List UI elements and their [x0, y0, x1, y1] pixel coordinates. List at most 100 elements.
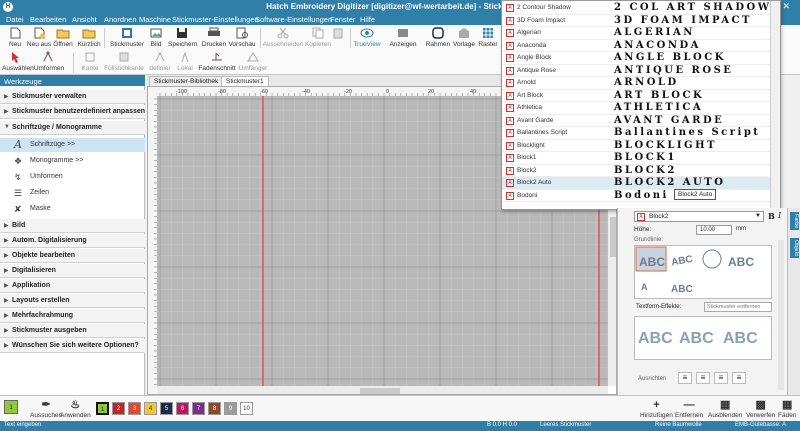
- font-list-item[interactable]: A Arnold ARNOLD: [502, 77, 770, 90]
- italic-icon[interactable]: I: [778, 211, 781, 220]
- properties-scrollbar[interactable]: [778, 240, 784, 390]
- color-swatch[interactable]: 10: [240, 402, 253, 415]
- tool-mask[interactable]: ✘ Maske: [0, 202, 145, 216]
- design-library-button[interactable]: Stickmuster: [110, 27, 144, 48]
- recent-button[interactable]: Kürzlich: [75, 27, 103, 48]
- section-lettering-monograms[interactable]: ▼ Schriftzüge / Monogramme: [0, 121, 145, 135]
- color-swatch[interactable]: 4: [144, 402, 157, 415]
- font-list-item[interactable]: A Algerian ALGERIAN: [502, 27, 770, 40]
- font-list-item[interactable]: A2 Contour Shadow 2 COL ART SHADOW: [502, 2, 770, 15]
- save-button[interactable]: Speichern: [168, 27, 197, 48]
- bold-icon[interactable]: B: [768, 211, 775, 221]
- section-multi-hooping[interactable]: ▶ Mehrfachrahmung: [0, 309, 145, 323]
- remove-color-button[interactable]: — Entfernen: [675, 399, 703, 419]
- image-button[interactable]: Bild: [142, 27, 170, 48]
- align-justify-icon[interactable]: ≡: [732, 372, 746, 384]
- section-create-layouts[interactable]: ▶ Layouts erstellen: [0, 294, 145, 308]
- font-list-scrollbar[interactable]: [770, 1, 780, 209]
- tab-object[interactable]: Objekt: [790, 238, 799, 258]
- font-list-item[interactable]: A Block2 BLOCK2: [502, 165, 770, 177]
- font-preview: ARNOLD: [614, 77, 679, 88]
- font-list-item[interactable]: A Bodoni Bodoni: [502, 190, 770, 202]
- tab-color[interactable]: Farbe: [790, 212, 799, 231]
- height-input[interactable]: 10.00: [696, 225, 732, 235]
- define-button[interactable]: definier: [146, 51, 174, 72]
- hoop-button[interactable]: Rahmen: [424, 27, 452, 48]
- color-swatch[interactable]: 7: [192, 402, 205, 415]
- menu-arrange[interactable]: Anordnen: [104, 15, 137, 24]
- section-manage-designs[interactable]: ▶ Stickmuster verwalten: [0, 90, 145, 104]
- font-list-item[interactable]: A Art Block ART BLOCK: [502, 90, 770, 102]
- tool-monograms[interactable]: ❖ Monogramme >>: [0, 154, 145, 168]
- section-digitize[interactable]: ▶ Digitalisieren: [0, 264, 145, 278]
- paste-button[interactable]: [328, 27, 348, 41]
- apply-color-button[interactable]: ♨ Anwenden: [60, 399, 91, 419]
- reshape-button[interactable]: Umformen: [31, 51, 67, 72]
- font-list-item[interactable]: A Avant Garde AVANT GARDE: [502, 115, 770, 127]
- color-swatch[interactable]: 8: [208, 402, 221, 415]
- font-list-item[interactable]: A Block1 BLOCK1: [502, 152, 770, 165]
- menu-view[interactable]: Ansicht: [72, 15, 97, 24]
- thread-cut-button[interactable]: Fadenschnitt: [198, 51, 236, 72]
- menu-file[interactable]: Datei: [6, 15, 24, 24]
- color-swatch[interactable]: 9: [224, 402, 237, 415]
- discard-color-button[interactable]: ▩ Verwerfen: [746, 399, 775, 419]
- grid-button[interactable]: Raster: [474, 27, 502, 48]
- embroidery-font-icon: A: [506, 129, 514, 137]
- align-center-icon[interactable]: ≡: [696, 372, 710, 384]
- section-output-design[interactable]: ▶ Stickmuster ausgeben: [0, 324, 145, 338]
- font-select[interactable]: A Block2 ▼: [634, 211, 764, 222]
- font-list-item[interactable]: A Athletica ATHLETICA: [502, 102, 770, 115]
- select-button[interactable]: Auswählen: [2, 51, 34, 72]
- toolbar-separator: [260, 28, 261, 48]
- section-auto-digitize[interactable]: ▶ Autom. Digitalisierung: [0, 234, 145, 248]
- edges-button[interactable]: Kante: [78, 51, 102, 72]
- menu-window[interactable]: Fenster: [330, 15, 355, 24]
- menu-machine[interactable]: Maschine: [139, 15, 171, 24]
- color-swatch[interactable]: 2: [112, 402, 125, 415]
- print-button[interactable]: Drucken: [200, 27, 228, 48]
- font-dropdown[interactable]: A2 Contour Shadow 2 COL ART SHADOW A 3D Foa…: [501, 0, 781, 210]
- align-left-icon[interactable]: ≡: [678, 372, 692, 384]
- section-more-options[interactable]: ▶ Wünschen Sie sich weitere Optionen?: [0, 339, 145, 353]
- fill-edge-button[interactable]: Füllstichkante: [104, 51, 144, 72]
- preview-button[interactable]: Vorschau: [228, 27, 256, 48]
- font-list-item[interactable]: A Antique Rose ANTIQUE ROSE: [502, 65, 770, 77]
- section-edit-objects[interactable]: ▶ Objekte bearbeiten: [0, 249, 145, 263]
- trueview-button[interactable]: TrueView: [353, 27, 381, 48]
- remove-effect-button[interactable]: Stickmuster entfernen: [704, 302, 772, 312]
- tab-stickmuster1[interactable]: Stickmuster1: [221, 76, 269, 86]
- align-right-icon[interactable]: ≡: [714, 372, 728, 384]
- menu-edit[interactable]: Bearbeiten: [30, 15, 66, 24]
- open-button[interactable]: Öffnen: [49, 27, 77, 48]
- pick-color-button[interactable]: ✒ Aussuchen: [30, 399, 62, 419]
- color-swatch[interactable]: 3: [128, 402, 141, 415]
- font-list-item[interactable]: A Block2 Auto BLOCK2 AUTO: [502, 177, 770, 190]
- cut-button[interactable]: Ausschneiden: [262, 27, 304, 48]
- color-swatch[interactable]: 6: [176, 402, 189, 415]
- current-color-swatch[interactable]: 1: [4, 400, 18, 414]
- color-swatch[interactable]: 1: [96, 402, 109, 415]
- font-list-item[interactable]: A Blocklight BLOCKLIGHT: [502, 140, 770, 152]
- tool-reshape[interactable]: ↯ Umformen: [0, 170, 145, 184]
- tab-design-library[interactable]: Stickmuster-Bibliothek: [149, 76, 224, 86]
- threads-button[interactable]: ▦ Fäden: [778, 399, 796, 419]
- outline-button[interactable]: Umfänger: [238, 51, 268, 72]
- section-image[interactable]: ▶ Bild: [0, 219, 145, 233]
- menu-software-settings[interactable]: Software-Einstellungen: [255, 15, 332, 24]
- hide-color-button[interactable]: ▦ Ausblenden: [708, 399, 742, 419]
- section-customize-design[interactable]: ▶ Stickmuster benutzerdefiniert anpassen: [0, 105, 145, 119]
- add-color-button[interactable]: + Hinzufügen: [640, 399, 673, 419]
- font-list-item[interactable]: A Anaconda ANACONDA: [502, 40, 770, 52]
- tool-lettering[interactable]: A Schriftzüge >>: [0, 138, 145, 152]
- display-button[interactable]: Anzeigen: [386, 27, 420, 48]
- menu-help[interactable]: Hilfe: [360, 15, 375, 24]
- menu-design-settings[interactable]: Stickmuster-Einstellungen: [172, 15, 259, 24]
- font-list-item[interactable]: A 3D Foam Impact 3D FOAM IMPACT: [502, 15, 770, 27]
- section-applique[interactable]: ▶ Applikation: [0, 279, 145, 293]
- font-list-item[interactable]: A Angle Block ANGLE BLOCK: [502, 52, 770, 65]
- lock-button[interactable]: Lokal: [174, 51, 196, 72]
- color-swatch[interactable]: 5: [160, 402, 173, 415]
- font-list-item[interactable]: A Ballantines Script Ballantines Script: [502, 127, 770, 140]
- tool-lines[interactable]: ☰ Zeilen: [0, 186, 145, 200]
